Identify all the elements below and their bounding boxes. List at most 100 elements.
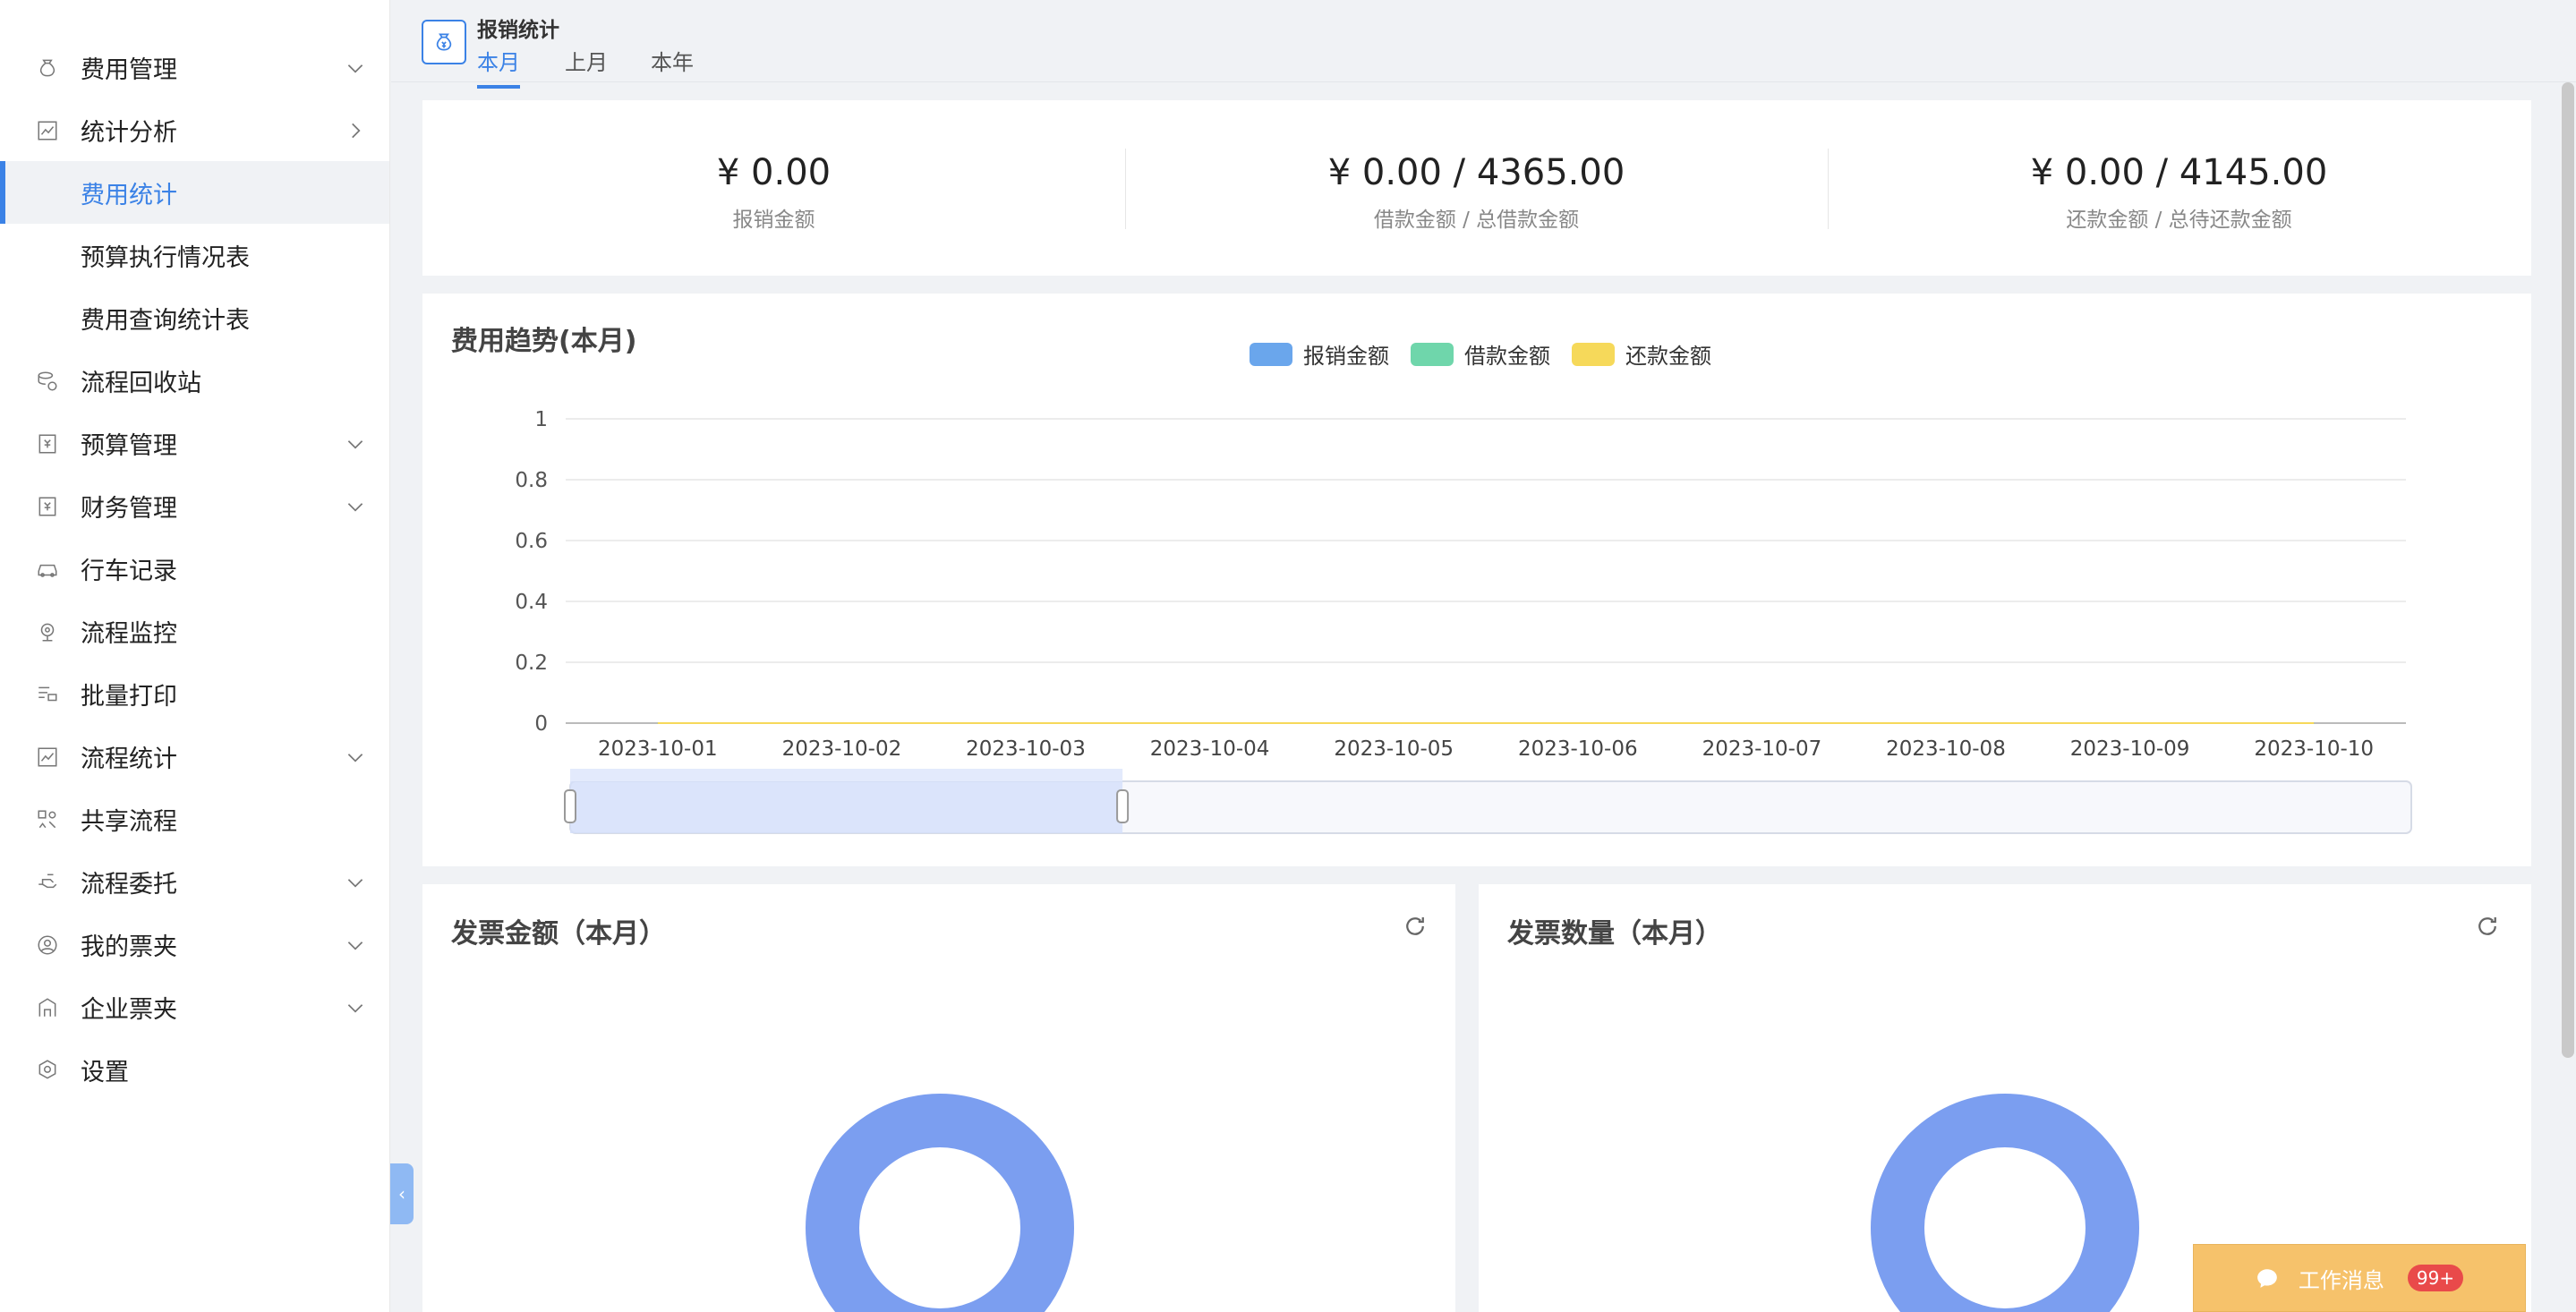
summary-card: ¥ 0.00 报销金额 ¥ 0.00 / 4365.00 借款金额 / 总借款金…	[422, 100, 2531, 276]
x-tick-label: 2023-10-07	[1702, 737, 1822, 761]
sidebar-item-label: 共享流程	[81, 807, 177, 836]
sidebar-item-label: 企业票夹	[81, 995, 177, 1024]
page-header: 报销统计 本月 上月 本年	[391, 0, 2576, 89]
chevron-down-icon[interactable]	[344, 871, 367, 894]
sidebar-item[interactable]: 企业票夹	[0, 975, 389, 1038]
sidebar-item[interactable]: 行车记录	[0, 537, 389, 600]
chevron-left-icon: ‹	[398, 1183, 405, 1205]
zoom-window-top	[570, 769, 1123, 781]
zoom-handle[interactable]	[1116, 789, 1130, 823]
invoice-amount-chart	[806, 1094, 1074, 1312]
zoom-handle[interactable]	[564, 789, 576, 823]
stat-reimbursement: ¥ 0.00 报销金额	[422, 100, 1125, 276]
sidebar-item-label: 费用统计	[81, 181, 177, 209]
sidebar-item[interactable]: 批量打印	[0, 662, 389, 725]
share-icon	[36, 808, 59, 831]
chat-bubble-icon	[2257, 1269, 2277, 1288]
x-tick-label: 2023-10-06	[1518, 737, 1638, 761]
chart-icon	[36, 119, 59, 142]
scrollbar[interactable]	[2562, 82, 2574, 1058]
sidebar-item-label: 财务管理	[81, 494, 177, 523]
coin-bag-icon	[422, 20, 466, 64]
stat-label: 还款金额 / 总待还款金额	[2066, 209, 2292, 232]
sidebar-item[interactable]: 费用统计	[0, 161, 389, 224]
stat-label: 报销金额	[732, 209, 815, 232]
x-tick-label: 2023-10-01	[598, 737, 718, 761]
y-tick-label: 0.2	[515, 652, 548, 675]
sidebar-collapse-button[interactable]: ‹	[390, 1163, 414, 1224]
user-icon	[36, 933, 59, 957]
sidebar-item[interactable]: 财务管理	[0, 474, 389, 537]
sidebar-item[interactable]: 我的票夹	[0, 913, 389, 975]
sidebar-item-label: 流程统计	[81, 745, 177, 773]
chevron-down-icon[interactable]	[344, 933, 367, 957]
sidebar-item[interactable]: 预算执行情况表	[0, 224, 389, 286]
recycle-icon	[36, 370, 59, 393]
y-tick-label: 0.8	[515, 469, 548, 492]
y-tick-label: 0.4	[515, 591, 548, 614]
sidebar-item-label: 预算管理	[81, 431, 177, 460]
x-tick-label: 2023-10-09	[2070, 737, 2190, 761]
sidebar-item[interactable]: 流程回收站	[0, 349, 389, 412]
sidebar-item-label: 费用查询统计表	[81, 306, 250, 335]
unread-badge: 99+	[2407, 1265, 2464, 1291]
chevron-right-icon[interactable]	[344, 119, 367, 142]
sidebar-item[interactable]: 设置	[0, 1038, 389, 1101]
chevron-down-icon[interactable]	[344, 996, 367, 1019]
trend-card: 费用趋势(本月) 报销金额 借款金额 还款金额 0 0.2 0.4 0.6 0.8 1 20…	[422, 294, 2531, 866]
tab-last-month[interactable]: 上月	[565, 45, 608, 85]
y-tick-label: 0.6	[515, 530, 548, 553]
stats-icon	[36, 745, 59, 769]
chevron-down-icon[interactable]	[344, 745, 367, 769]
chevron-down-icon[interactable]	[344, 495, 367, 518]
y-tick-label: 1	[534, 408, 548, 431]
invoice-amount-card: 发票金额（本月）	[422, 884, 1455, 1312]
stat-value: ¥ 0.00 / 4145.00	[2030, 152, 2328, 193]
hand-icon	[36, 871, 59, 894]
donut-ring	[1871, 1094, 2139, 1312]
sidebar-item[interactable]: 流程监控	[0, 600, 389, 662]
work-message-label: 工作消息	[2298, 1267, 2384, 1293]
x-tick-label: 2023-10-02	[782, 737, 902, 761]
sidebar-item-label: 流程委托	[81, 870, 177, 899]
page-title: 报销统计	[477, 19, 559, 42]
print-icon	[36, 683, 59, 706]
sidebar-item[interactable]: 预算管理	[0, 412, 389, 474]
budget-icon	[36, 432, 59, 456]
coin-bag-icon	[36, 56, 59, 80]
y-tick-label: 0	[534, 712, 548, 736]
sidebar-item[interactable]: 费用管理	[0, 36, 389, 98]
sidebar-item[interactable]: 费用查询统计表	[0, 286, 389, 349]
camera-icon	[36, 620, 59, 643]
sidebar-item-label: 设置	[81, 1058, 129, 1086]
stat-loan: ¥ 0.00 / 4365.00 借款金额 / 总借款金额	[1125, 100, 1828, 276]
sidebar-item-label: 行车记录	[81, 557, 177, 585]
sidebar-item-label: 我的票夹	[81, 933, 177, 961]
sidebar-item[interactable]: 流程委托	[0, 850, 389, 913]
finance-icon	[36, 495, 59, 518]
sidebar: 费用管理统计分析费用统计预算执行情况表 费用查询统计表流程回收站预算管理财务管理行…	[0, 0, 390, 1312]
sidebar-item[interactable]: 流程统计	[0, 725, 389, 788]
x-tick-label: 2023-10-10	[2254, 737, 2374, 761]
stat-value: ¥ 0.00 / 4365.00	[1327, 152, 1625, 193]
sidebar-item[interactable]: 共享流程	[0, 788, 389, 850]
stat-repayment: ¥ 0.00 / 4145.00 还款金额 / 总待还款金额	[1828, 100, 2530, 276]
x-tick-label: 2023-10-03	[966, 737, 1086, 761]
tab-this-month[interactable]: 本月	[477, 45, 520, 89]
x-tick-label: 2023-10-05	[1334, 737, 1454, 761]
x-tick-label: 2023-10-04	[1150, 737, 1270, 761]
sidebar-item-label: 费用管理	[81, 55, 177, 84]
sidebar-item[interactable]: 统计分析	[0, 98, 389, 161]
x-tick-label: 2023-10-08	[1886, 737, 2006, 761]
car-icon	[36, 558, 59, 581]
tab-this-year[interactable]: 本年	[651, 45, 694, 85]
work-message-button[interactable]: 工作消息 99+	[2193, 1244, 2526, 1312]
chevron-down-icon[interactable]	[344, 56, 367, 80]
stat-value: ¥ 0.00	[716, 152, 832, 193]
sidebar-item-label: 统计分析	[81, 118, 177, 147]
chevron-down-icon[interactable]	[344, 432, 367, 456]
sidebar-item-label: 流程监控	[81, 619, 177, 648]
sidebar-item-label: 预算执行情况表	[81, 243, 250, 272]
building-icon	[36, 996, 59, 1019]
stat-label: 借款金额 / 总借款金额	[1373, 209, 1580, 232]
